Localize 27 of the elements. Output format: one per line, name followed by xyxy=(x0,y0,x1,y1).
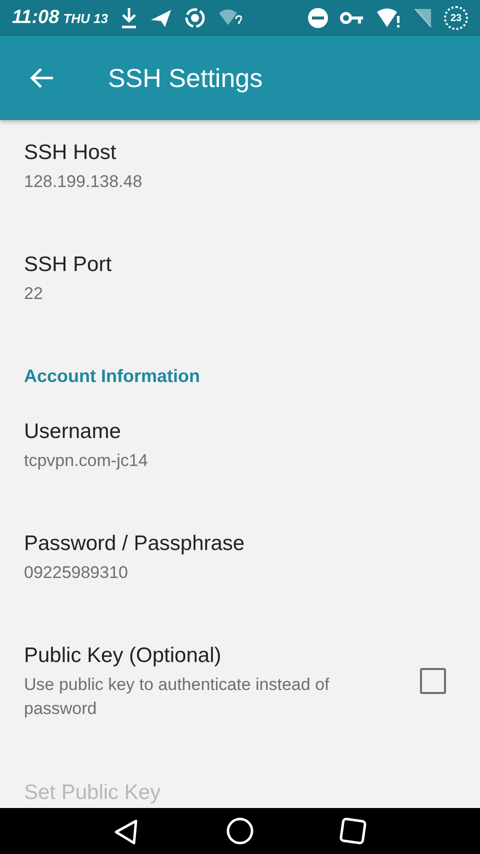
setting-title: Set Public Key xyxy=(24,780,161,806)
home-icon[interactable] xyxy=(224,816,255,846)
date: THU 13 xyxy=(63,10,108,26)
key-icon xyxy=(340,11,364,25)
battery-badge: 23 xyxy=(444,6,468,30)
setting-title[interactable]: Public Key (Optional) xyxy=(24,643,222,669)
setting-summary: tcpvpn.com-jc14 xyxy=(24,450,149,472)
target-icon xyxy=(184,7,206,29)
no-sim-icon xyxy=(414,8,432,28)
clock: 11:08 xyxy=(12,7,60,29)
do-not-disturb-icon xyxy=(308,8,328,28)
setting-summary: 22 xyxy=(24,283,44,305)
setting-title[interactable]: SSH Host xyxy=(24,140,116,166)
setting-summary: 09225989310 xyxy=(24,562,130,584)
setting-title[interactable]: Password / Passphrase xyxy=(24,531,245,557)
setting-title[interactable]: Username xyxy=(24,419,121,445)
paper-plane-icon xyxy=(150,8,172,28)
wifi-alert-icon xyxy=(376,8,402,28)
recents-icon[interactable] xyxy=(338,816,368,846)
setting-summary: 128.199.138.48 xyxy=(24,171,144,193)
checkbox[interactable] xyxy=(420,668,446,694)
category-header: Account Information xyxy=(23,365,201,388)
download-icon xyxy=(120,7,138,29)
setting-summary: Use public key to authenticate instead of password xyxy=(24,674,330,720)
back-arrow-icon[interactable] xyxy=(29,67,55,89)
setting-title[interactable]: SSH Port xyxy=(24,252,112,278)
screen-title: SSH Settings xyxy=(108,62,263,94)
